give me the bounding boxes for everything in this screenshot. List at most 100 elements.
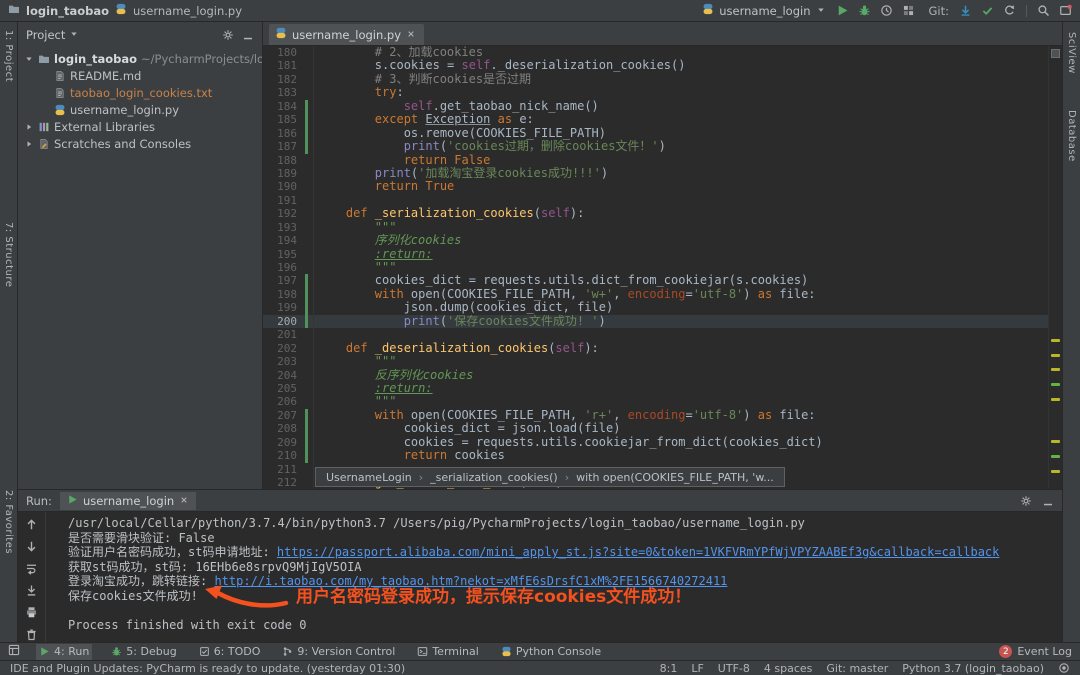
line-number[interactable]: 190 xyxy=(263,180,305,193)
code-text[interactable]: """ xyxy=(308,395,396,408)
code-text[interactable]: s.cookies = self._deserialization_cookie… xyxy=(308,59,685,72)
code-text[interactable]: :return: xyxy=(308,382,433,395)
status-indent[interactable]: 4 spaces xyxy=(764,662,813,675)
code-text[interactable]: with open(COOKIES_FILE_PATH, 'w+', encod… xyxy=(308,288,816,301)
code-text[interactable]: 反序列化cookies xyxy=(308,369,473,382)
line-number[interactable]: 200 xyxy=(263,315,305,328)
hector-icon[interactable] xyxy=(1058,662,1070,674)
status-git-branch[interactable]: Git: master xyxy=(826,662,888,675)
toolwindow-button-6-todo[interactable]: 6: TODO xyxy=(196,644,264,660)
toolwindow-button-9-version-control[interactable]: 9: Version Control xyxy=(279,644,398,660)
revert-icon[interactable] xyxy=(1003,4,1016,17)
line-number[interactable]: 195 xyxy=(263,248,305,261)
print-icon[interactable] xyxy=(25,606,38,619)
line-number[interactable]: 202 xyxy=(263,342,305,355)
run-config-selector[interactable]: username_login xyxy=(702,3,825,18)
breadcrumb-item[interactable]: UsernameLogin xyxy=(326,471,412,484)
up-icon[interactable] xyxy=(25,518,38,531)
code-text[interactable] xyxy=(308,328,317,341)
code-text[interactable]: print('cookies过期，删除cookies文件！') xyxy=(308,140,666,153)
stripe-mark[interactable] xyxy=(1051,455,1060,458)
code-text[interactable]: 序列化cookies xyxy=(308,234,461,247)
breadcrumb-item[interactable]: _serialization_cookies() xyxy=(430,471,558,484)
stripe-mark[interactable] xyxy=(1051,440,1060,443)
line-number[interactable]: 208 xyxy=(263,422,305,435)
code-text[interactable]: print('加载淘宝登录cookies成功!!!') xyxy=(308,167,608,180)
status-message[interactable]: IDE and Plugin Updates: PyCharm is ready… xyxy=(10,662,405,675)
toolwindow-button-4-run[interactable]: 4: Run xyxy=(36,644,92,660)
line-number[interactable]: 188 xyxy=(263,154,305,167)
trash-icon[interactable] xyxy=(25,628,38,641)
line-number[interactable]: 183 xyxy=(263,86,305,99)
line-number[interactable]: 187 xyxy=(263,140,305,153)
line-number[interactable]: 209 xyxy=(263,436,305,449)
line-number[interactable]: 193 xyxy=(263,221,305,234)
stripe-mark[interactable] xyxy=(1051,339,1060,342)
line-number[interactable]: 210 xyxy=(263,449,305,462)
toolstrip-sciview[interactable]: SciView xyxy=(1066,32,1077,74)
line-number[interactable]: 182 xyxy=(263,73,305,86)
toolstrip-project[interactable]: 1: Project xyxy=(3,30,14,82)
code-text[interactable]: cookies = requests.utils.cookiejar_from_… xyxy=(308,436,823,449)
code-text[interactable]: cookies_dict = json.load(file) xyxy=(308,422,620,435)
code-text[interactable]: """ xyxy=(308,261,396,274)
code-text[interactable]: # 3、判断cookies是否过期 xyxy=(308,73,531,86)
line-number[interactable]: 181 xyxy=(263,59,305,72)
project-tree-item[interactable]: login_taobao~/PycharmProjects/login_taob… xyxy=(18,50,262,67)
line-number[interactable]: 197 xyxy=(263,274,305,287)
line-number[interactable]: 189 xyxy=(263,167,305,180)
project-tree-item[interactable]: README.md xyxy=(18,67,262,84)
toolstrip-favorites[interactable]: 2: Favorites xyxy=(3,490,14,554)
coverage-icon[interactable] xyxy=(902,4,915,17)
project-tree-item[interactable]: Scratches and Consoles xyxy=(18,135,262,152)
line-number[interactable]: 191 xyxy=(263,194,305,207)
hide-icon[interactable] xyxy=(242,29,254,41)
project-tree-item[interactable]: External Libraries xyxy=(18,118,262,135)
line-number[interactable]: 185 xyxy=(263,113,305,126)
profiler-icon[interactable] xyxy=(880,4,893,17)
line-number[interactable]: 198 xyxy=(263,288,305,301)
code-text[interactable]: def _serialization_cookies(self): xyxy=(308,207,584,220)
windows-icon[interactable] xyxy=(8,644,20,656)
project-tree-item[interactable]: username_login.py xyxy=(18,101,262,118)
code-text[interactable]: :return: xyxy=(308,248,433,261)
close-icon[interactable] xyxy=(179,495,189,505)
chevron-down-icon[interactable] xyxy=(69,29,79,39)
code-text[interactable]: def _deserialization_cookies(self): xyxy=(308,342,599,355)
line-number[interactable]: 192 xyxy=(263,207,305,220)
console-link[interactable]: https://passport.alibaba.com/mini_apply_… xyxy=(277,545,999,559)
gear-icon[interactable] xyxy=(222,29,234,41)
code-area[interactable]: 180 # 2、加载cookies181 s.cookies = self._d… xyxy=(263,46,1048,489)
stripe-mark[interactable] xyxy=(1051,368,1060,371)
project-tree-item[interactable]: taobao_login_cookies.txt xyxy=(18,84,262,101)
bug-icon[interactable] xyxy=(858,4,871,17)
line-number[interactable]: 180 xyxy=(263,46,305,59)
chevron-right-icon[interactable] xyxy=(24,139,34,149)
stripe-mark[interactable] xyxy=(1051,398,1060,401)
chevron-down-icon[interactable] xyxy=(24,54,34,64)
code-text[interactable] xyxy=(308,194,317,207)
code-text[interactable]: """ xyxy=(308,221,396,234)
toolwindow-button-python-console[interactable]: Python Console xyxy=(498,644,604,660)
code-text[interactable]: # 2、加载cookies xyxy=(308,46,483,59)
status-line-separator[interactable]: LF xyxy=(691,662,703,675)
project-panel-title[interactable]: Project xyxy=(26,28,65,42)
scrollend-icon[interactable] xyxy=(25,584,38,597)
line-number[interactable]: 199 xyxy=(263,301,305,314)
code-text[interactable]: print('保存cookies文件成功! ') xyxy=(308,315,606,328)
line-number[interactable]: 194 xyxy=(263,234,305,247)
breadcrumb-item[interactable]: with open(COOKIES_FILE_PATH, 'w... xyxy=(576,471,774,484)
stripe-mark[interactable] xyxy=(1051,354,1060,357)
hide-icon[interactable] xyxy=(1042,495,1054,507)
toolstrip-database[interactable]: Database xyxy=(1066,110,1077,162)
line-number[interactable]: 204 xyxy=(263,369,305,382)
toolwindow-button-5-debug[interactable]: 5: Debug xyxy=(108,644,179,660)
softwrap-icon[interactable] xyxy=(25,562,38,575)
code-text[interactable]: """ xyxy=(308,355,396,368)
line-number[interactable]: 186 xyxy=(263,127,305,140)
notifications-icon[interactable] xyxy=(1059,4,1072,17)
run-tab-username-login[interactable]: username_login xyxy=(60,492,196,510)
line-number[interactable]: 212 xyxy=(263,476,305,489)
line-number[interactable]: 207 xyxy=(263,409,305,422)
code-text[interactable]: cookies_dict = requests.utils.dict_from_… xyxy=(308,274,808,287)
